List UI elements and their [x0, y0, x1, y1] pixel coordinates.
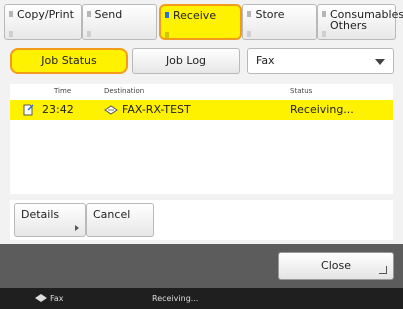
- tab-indicator-icon: [247, 31, 252, 37]
- column-header-time: Time: [54, 87, 72, 95]
- tab-indicator-icon: [165, 32, 170, 38]
- view-selector-row: Job Status Job Log Fax: [4, 46, 396, 78]
- job-log-button[interactable]: Job Log: [132, 48, 240, 74]
- dropdown-value: Fax: [256, 54, 275, 67]
- tab-label: Receive: [173, 9, 217, 22]
- row-status: Receiving...: [290, 103, 354, 116]
- tab-indicator-icon: [322, 11, 326, 17]
- tab-label: Send: [94, 8, 123, 21]
- job-list: Time Destination Status 23:42 FAX-RX-TES…: [10, 84, 393, 194]
- tab-indicator-icon: [322, 31, 326, 37]
- tab-label: Consumables/ Others: [330, 8, 403, 32]
- details-button[interactable]: Details: [14, 203, 86, 237]
- document-icon: [23, 104, 34, 116]
- receive-job-status-screen: Copy/Print Send Receive Store Consumable…: [0, 0, 403, 309]
- status-bar-fax-label: Fax: [50, 294, 64, 303]
- list-header: Time Destination Status: [10, 84, 393, 98]
- tab-indicator-icon: [247, 11, 252, 17]
- tab-copy-print[interactable]: Copy/Print: [4, 4, 82, 40]
- tab-indicator-icon: [165, 12, 170, 18]
- tab-indicator-icon: [9, 11, 13, 17]
- tab-indicator-icon: [86, 31, 91, 37]
- chevron-down-icon: [375, 59, 385, 65]
- status-bar: Fax Receiving...: [0, 288, 403, 309]
- corner-icon: [379, 266, 387, 274]
- main-tabs: Copy/Print Send Receive Store Consumable…: [4, 2, 403, 42]
- column-header-status: Status: [290, 87, 313, 95]
- tab-label: Store: [255, 8, 285, 21]
- tab-indicator-icon: [9, 31, 13, 37]
- footer-bar: Close: [0, 244, 403, 288]
- tab-label: Copy/Print: [17, 8, 74, 21]
- job-status-button[interactable]: Job Status: [10, 48, 128, 74]
- status-bar-status: Receiving...: [152, 294, 199, 303]
- fax-destination-icon: [104, 105, 118, 115]
- column-header-destination: Destination: [104, 87, 145, 95]
- tab-send[interactable]: Send: [81, 4, 158, 40]
- details-label: Details: [21, 208, 60, 221]
- row-destination: FAX-RX-TEST: [122, 103, 191, 116]
- close-label: Close: [321, 259, 351, 272]
- cancel-button[interactable]: Cancel: [86, 203, 154, 237]
- tab-indicator-icon: [86, 11, 91, 17]
- tab-store[interactable]: Store: [242, 4, 317, 40]
- chevron-right-icon: [75, 225, 79, 231]
- table-row[interactable]: 23:42 FAX-RX-TEST Receiving...: [10, 100, 393, 120]
- tab-receive[interactable]: Receive: [159, 4, 243, 40]
- job-type-dropdown[interactable]: Fax: [247, 48, 394, 74]
- row-time: 23:42: [42, 103, 74, 116]
- tab-consumables-others[interactable]: Consumables/ Others: [317, 4, 403, 40]
- close-button[interactable]: Close: [278, 252, 394, 280]
- fax-icon: [35, 294, 47, 302]
- action-buttons: Details Cancel: [10, 200, 393, 240]
